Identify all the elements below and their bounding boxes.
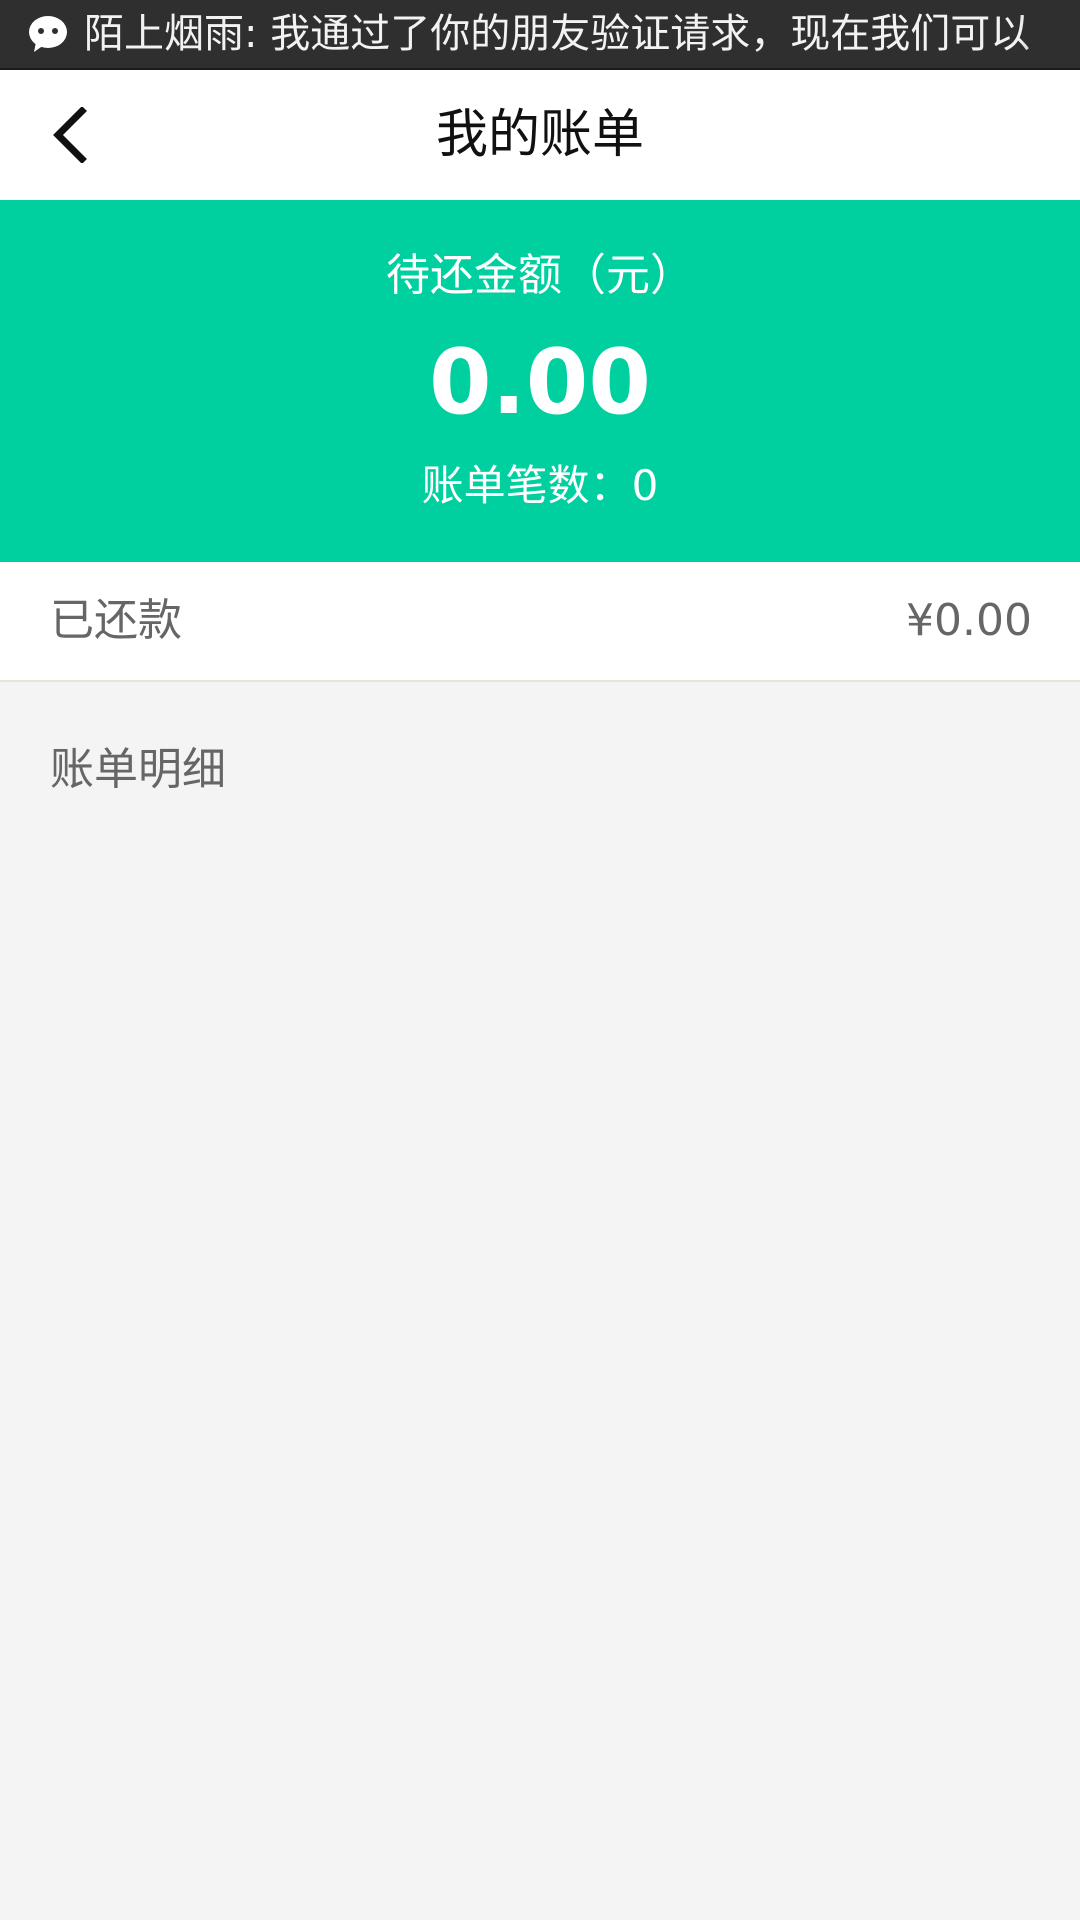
pending-amount-label: 待还金额（元） <box>386 250 694 301</box>
app-header: 我的账单 <box>0 70 1080 200</box>
paid-value: ¥0.00 <box>906 595 1032 646</box>
pending-amount-value: 0.00 <box>428 330 652 435</box>
bill-summary-card: 待还金额（元） 0.00 账单笔数：0 <box>0 200 1080 562</box>
paid-label: 已还款 <box>50 595 182 646</box>
paid-row[interactable]: 已还款 ¥0.00 <box>0 562 1080 682</box>
wechat-icon <box>26 12 70 56</box>
notification-fade <box>1020 0 1080 68</box>
bill-details-label: 账单明细 <box>50 744 226 795</box>
page-title: 我的账单 <box>435 105 644 165</box>
bill-count: 账单笔数：0 <box>421 461 659 510</box>
notification-text: 陌上烟雨: 我通过了你的朋友验证请求，现在我们可以 <box>84 11 1031 57</box>
notification-bar[interactable]: 陌上烟雨: 我通过了你的朋友验证请求，现在我们可以 <box>0 0 1080 70</box>
